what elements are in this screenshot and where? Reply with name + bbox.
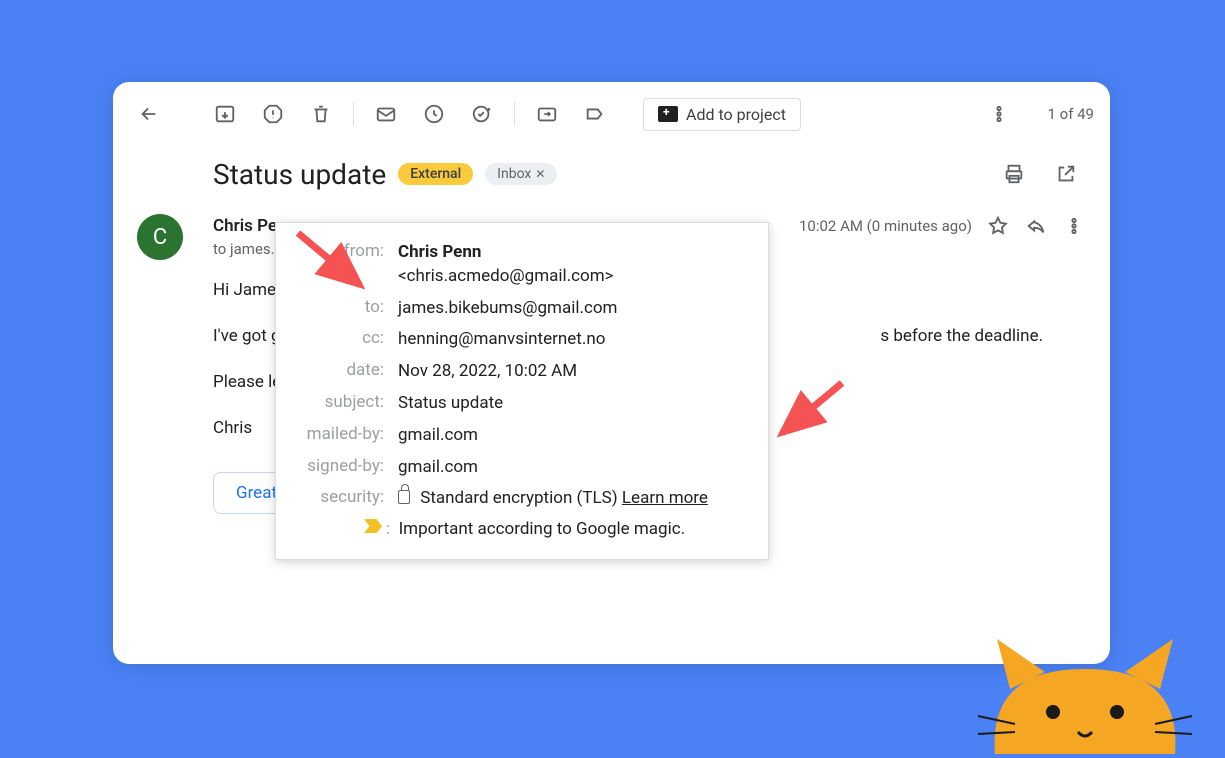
timestamp: 10:02 AM (0 minutes ago) — [799, 217, 972, 235]
importance-text: Important according to Google magic. — [399, 519, 686, 539]
move-to-icon[interactable] — [527, 94, 567, 134]
cc-label: cc: — [294, 328, 384, 348]
cat-illustration — [975, 634, 1195, 754]
snooze-icon[interactable] — [414, 94, 454, 134]
from-label: from: — [294, 241, 384, 261]
star-icon[interactable] — [986, 214, 1010, 238]
toolbar: Add to project 1 of 49 — [113, 82, 1110, 146]
from-name: Chris Penn — [398, 242, 481, 262]
archive-icon[interactable] — [205, 94, 245, 134]
folder-plus-icon — [658, 106, 678, 122]
message-more-icon[interactable] — [1062, 214, 1086, 238]
report-spam-icon[interactable] — [253, 94, 293, 134]
delete-icon[interactable] — [301, 94, 341, 134]
print-icon[interactable] — [994, 154, 1034, 194]
details-popover: from: Chris Penn <chris.acmedo@gmail.com… — [275, 222, 769, 560]
inbox-chip[interactable]: Inbox ✕ — [485, 163, 557, 185]
signed-by-value: gmail.com — [398, 456, 750, 480]
subject-text: Status update — [213, 158, 386, 191]
avatar[interactable]: C — [137, 214, 183, 260]
security-label: security: — [294, 487, 384, 507]
date-label: date: — [294, 360, 384, 380]
open-new-window-icon[interactable] — [1046, 154, 1086, 194]
cc-value: henning@manvsinternet.no — [398, 328, 750, 352]
add-to-project-button[interactable]: Add to project — [643, 98, 801, 131]
reply-icon[interactable] — [1024, 214, 1048, 238]
importance-marker-icon — [364, 519, 382, 533]
mailed-by-value: gmail.com — [398, 424, 750, 448]
subject-label: subject: — [294, 392, 384, 412]
separator — [353, 102, 354, 126]
signed-by-label: signed-by: — [294, 456, 384, 476]
back-icon[interactable] — [129, 94, 169, 134]
mailed-by-label: mailed-by: — [294, 424, 384, 444]
mark-unread-icon[interactable] — [366, 94, 406, 134]
security-value: Standard encryption (TLS) Learn more — [398, 487, 750, 511]
subject-value: Status update — [398, 392, 750, 416]
subject-row: Status update External Inbox ✕ — [113, 146, 1110, 194]
learn-more-link[interactable]: Learn more — [622, 488, 708, 508]
labels-icon[interactable] — [575, 94, 615, 134]
add-project-label: Add to project — [686, 105, 786, 124]
date-value: Nov 28, 2022, 10:02 AM — [398, 360, 750, 384]
to-label: to: — [294, 297, 384, 317]
lock-icon — [398, 490, 410, 504]
external-chip: External — [398, 163, 473, 185]
to-value: james.bikebums@gmail.com — [398, 297, 750, 321]
from-email: <chris.acmedo@gmail.com> — [398, 266, 614, 286]
add-task-icon[interactable] — [462, 94, 502, 134]
close-icon[interactable]: ✕ — [535, 167, 545, 181]
inbox-chip-label: Inbox — [497, 166, 531, 182]
page-counter: 1 of 49 — [1047, 105, 1094, 123]
more-icon[interactable] — [979, 94, 1019, 134]
separator — [514, 102, 515, 126]
